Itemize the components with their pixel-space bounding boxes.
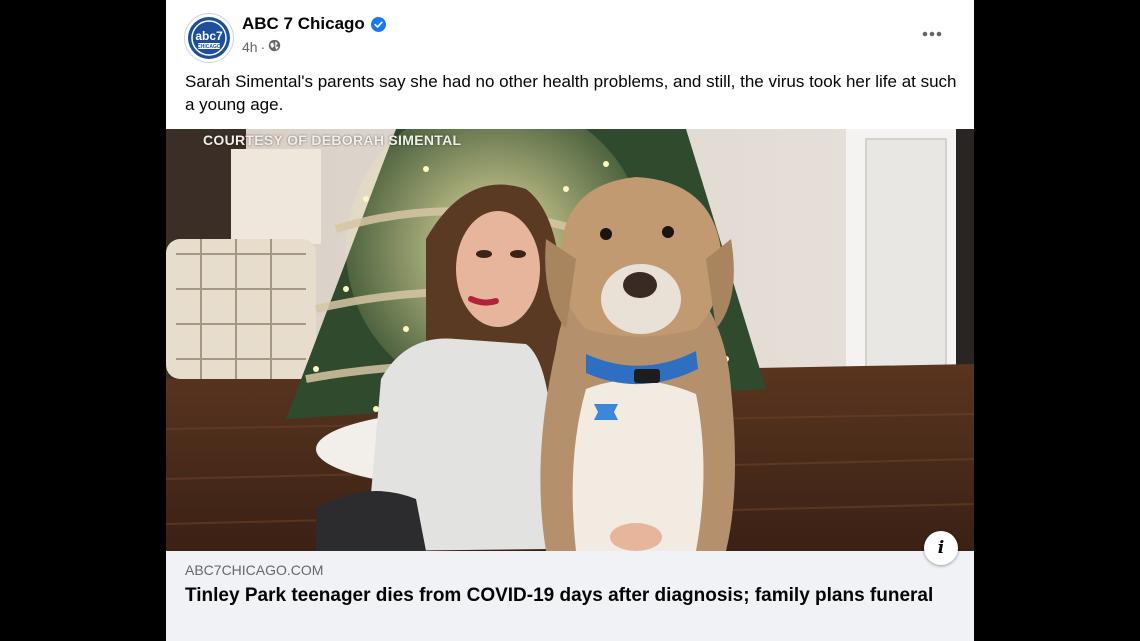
meta-separator: · xyxy=(260,39,266,55)
post-caption: Sarah Simental's parents say she had no … xyxy=(185,72,957,114)
info-button[interactable]: i xyxy=(924,531,958,565)
page-avatar[interactable]: abc7 CHICAGO xyxy=(184,13,234,63)
more-options-button[interactable] xyxy=(920,22,944,46)
link-domain: ABC7CHICAGO.COM xyxy=(185,562,324,578)
link-preview-card[interactable]: ABC7CHICAGO.COM Tinley Park teenager die… xyxy=(166,551,974,641)
post-meta: 4h · xyxy=(242,39,281,55)
facebook-post: abc7 CHICAGO ABC 7 Chicago 4h · Sarah Si… xyxy=(166,0,974,641)
post-image[interactable]: COURTESY OF DEBORAH SIMENTAL xyxy=(166,129,974,551)
abc7-logo-icon: abc7 CHICAGO xyxy=(188,17,230,59)
info-icon: i xyxy=(937,538,945,558)
svg-text:CHICAGO: CHICAGO xyxy=(197,44,221,50)
photo-credit: COURTESY OF DEBORAH SIMENTAL xyxy=(203,132,462,148)
post-header: abc7 CHICAGO ABC 7 Chicago 4h · xyxy=(166,0,974,72)
verified-badge-icon xyxy=(370,16,386,32)
page-name-link[interactable]: ABC 7 Chicago xyxy=(242,14,365,34)
more-options-icon xyxy=(922,31,942,37)
link-headline[interactable]: Tinley Park teenager dies from COVID-19 … xyxy=(185,584,945,608)
post-timestamp[interactable]: 4h xyxy=(242,39,258,55)
globe-icon xyxy=(268,39,281,55)
photo-girl-with-dog xyxy=(166,129,974,551)
page-name-row: ABC 7 Chicago xyxy=(242,14,386,34)
svg-text:abc7: abc7 xyxy=(195,29,223,43)
